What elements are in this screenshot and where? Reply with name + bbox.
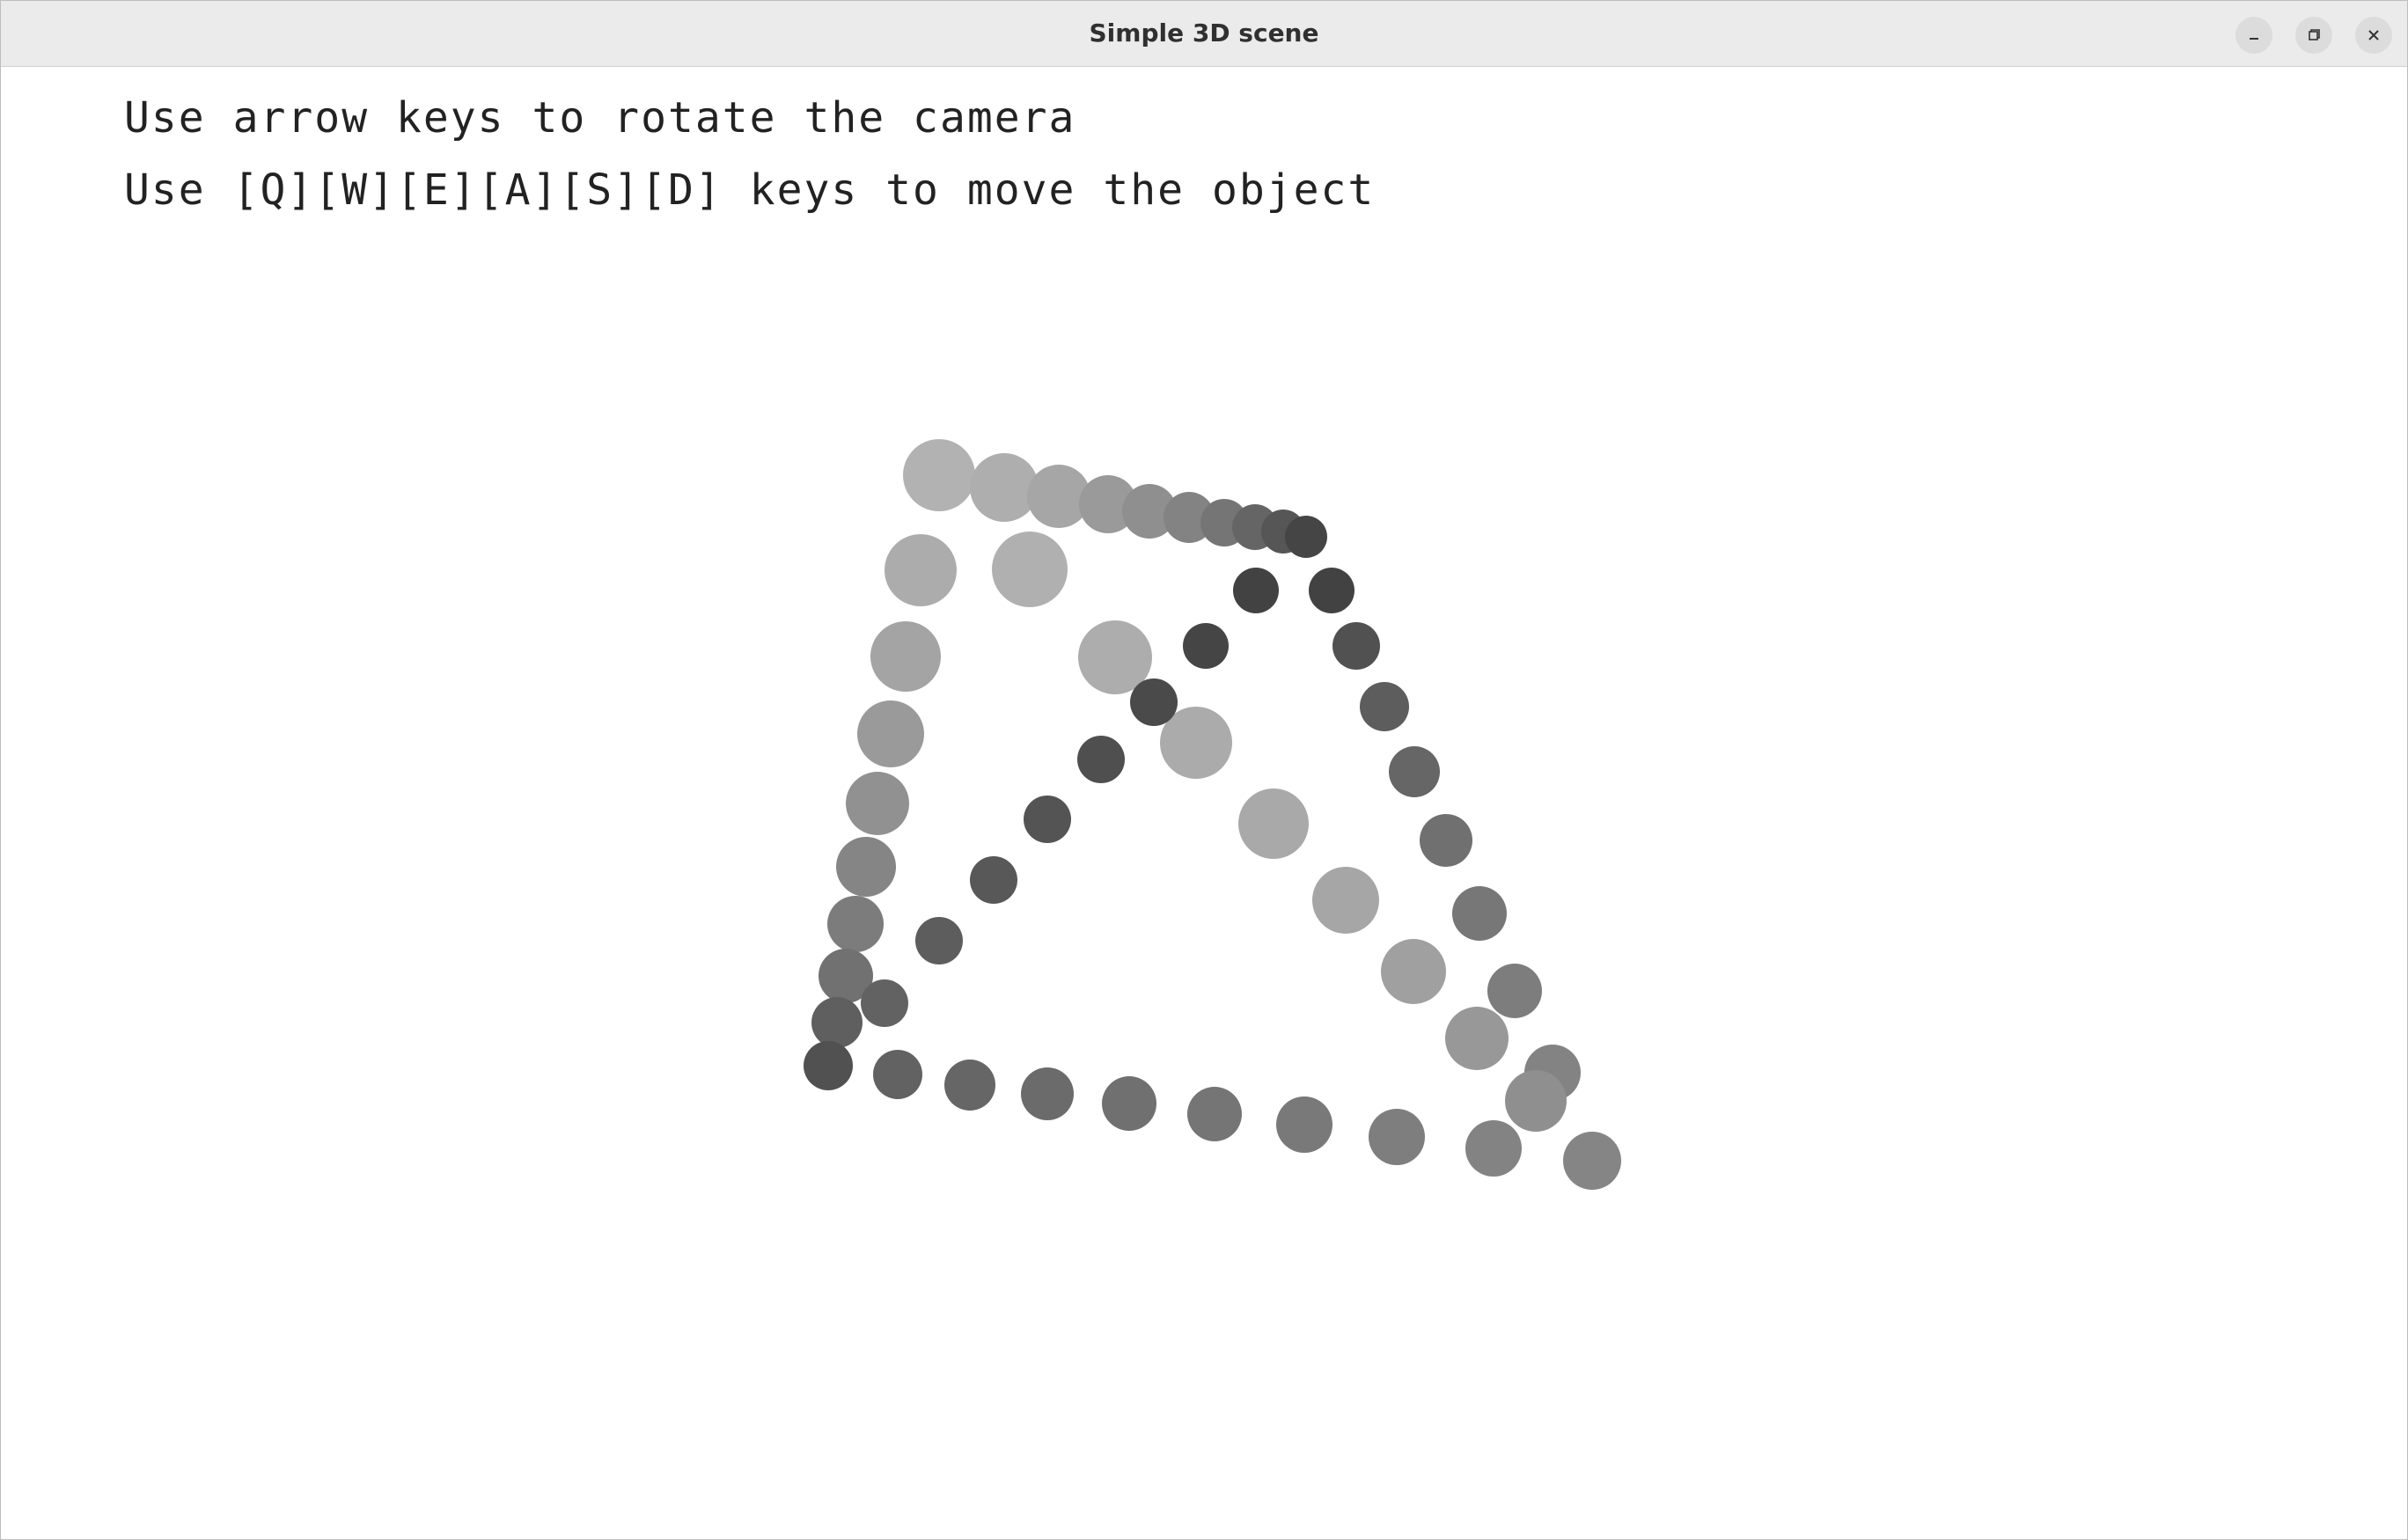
sphere [857,700,924,767]
sphere [1381,939,1446,1004]
sphere [970,856,1017,904]
sphere [1465,1120,1522,1177]
sphere [915,917,963,964]
sphere [827,896,884,952]
sphere [870,621,941,692]
sphere [1312,867,1379,934]
sphere [903,439,975,511]
sphere [885,534,957,606]
cube-of-spheres [804,439,1621,1190]
sphere [1389,746,1440,797]
sphere [970,453,1039,522]
close-icon [2368,30,2379,40]
window-title: Simple 3D scene [1089,18,1319,48]
sphere [836,837,896,897]
sphere [1360,682,1409,731]
sphere [873,1050,922,1099]
sphere [1332,622,1380,670]
sphere [1445,1007,1509,1070]
sphere [1238,788,1309,859]
sphere [1420,814,1472,867]
sphere [1563,1132,1621,1190]
sphere [1187,1087,1242,1141]
sphere [1505,1070,1567,1132]
title-bar[interactable]: Simple 3D scene [1,1,2407,67]
sphere [992,532,1068,607]
sphere [1369,1109,1425,1165]
sphere [1233,568,1279,613]
scene-canvas[interactable]: Use arrow keys to rotate the camera Use … [1,67,2407,1539]
minimize-icon [2250,38,2258,40]
maximize-icon [2309,29,2320,40]
sphere [1452,886,1507,941]
sphere [861,979,908,1027]
sphere [1285,516,1327,558]
sphere [1077,736,1125,783]
minimize-button[interactable] [2235,17,2272,54]
app-window: Simple 3D scene Use arrow keys to rotate… [0,0,2408,1540]
sphere [1183,623,1229,669]
sphere [1276,1096,1332,1153]
sphere [1021,1067,1074,1120]
sphere [1309,568,1354,613]
sphere [944,1060,995,1111]
sphere [811,997,863,1048]
sphere [846,772,909,835]
sphere [1130,678,1178,726]
sphere [1024,796,1071,843]
sphere [1487,964,1542,1018]
sphere [1102,1076,1156,1131]
sphere [804,1041,853,1090]
maximize-button[interactable] [2295,17,2332,54]
close-button[interactable] [2355,17,2392,54]
